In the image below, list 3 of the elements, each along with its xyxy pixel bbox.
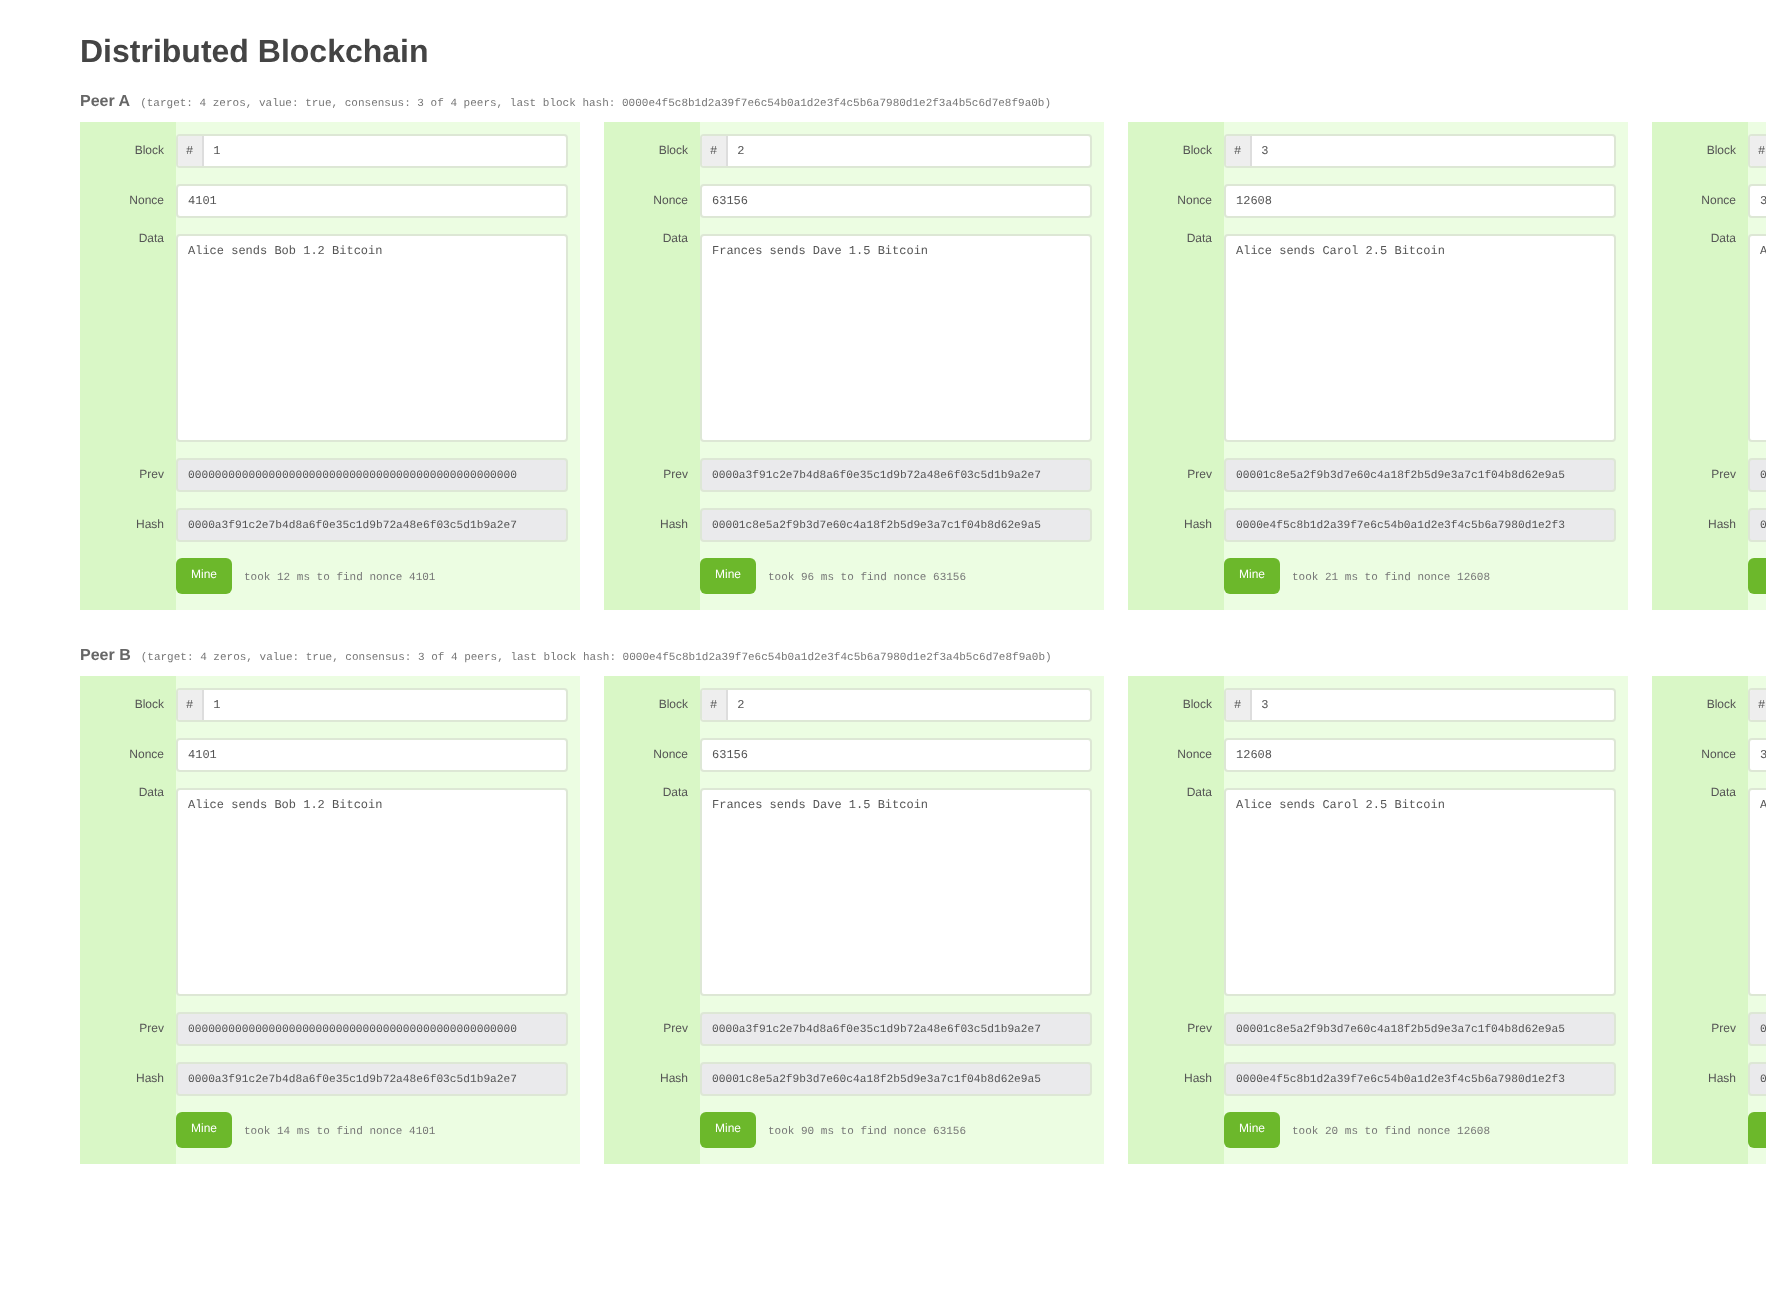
page-title: Distributed Blockchain	[80, 36, 431, 72]
peer-name: Peer A	[80, 92, 131, 110]
peer-name: Peer B	[80, 646, 131, 664]
